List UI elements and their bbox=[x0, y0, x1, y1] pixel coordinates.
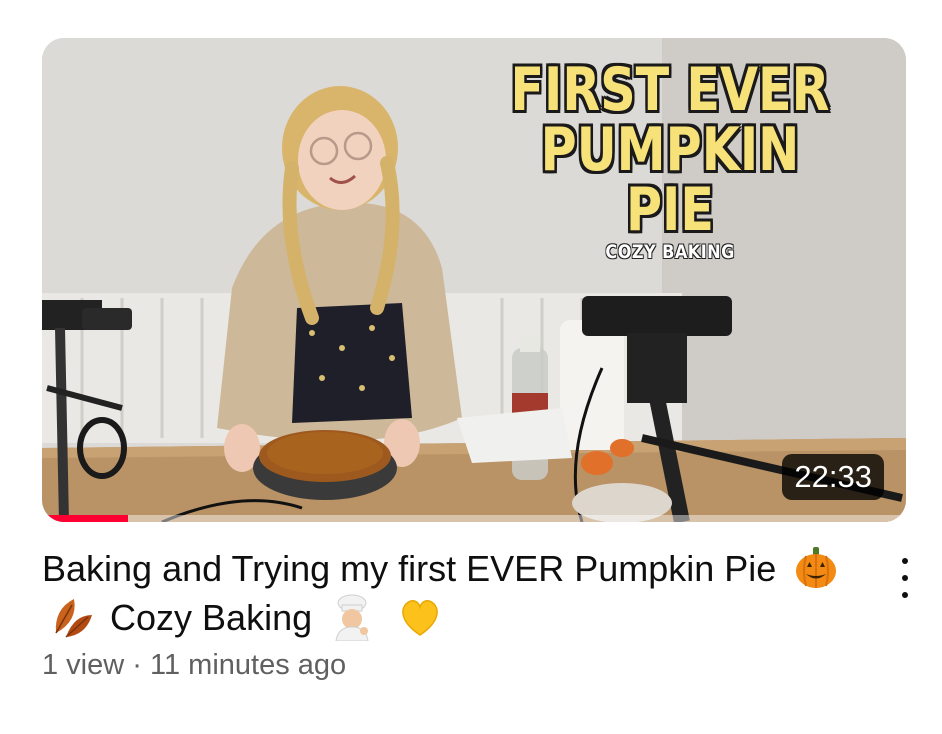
stats-separator: · bbox=[132, 648, 142, 681]
watch-progress-track bbox=[42, 515, 906, 522]
baker-icon bbox=[335, 594, 369, 641]
duration-badge: 22:33 bbox=[782, 454, 884, 500]
video-title[interactable]: Baking and Trying my first EVER Pumpkin … bbox=[42, 546, 862, 645]
pumpkin-icon bbox=[796, 547, 837, 589]
more-options-icon[interactable] bbox=[890, 558, 920, 598]
overlay-title-line-1: FIRST EVER bbox=[510, 55, 830, 125]
kebab-dot bbox=[902, 575, 908, 581]
video-stats: 1 view · 11 minutes ago bbox=[42, 647, 862, 683]
video-title-text: Baking and Trying my first EVER Pumpkin … bbox=[42, 548, 777, 589]
kebab-dot bbox=[902, 558, 908, 564]
kebab-dot bbox=[902, 592, 908, 598]
yellow-heart-icon bbox=[402, 599, 438, 636]
upload-age: 11 minutes ago bbox=[150, 648, 347, 681]
thumbnail-overlay-subtitle: COZY BAKING bbox=[605, 241, 735, 263]
watch-progress-fill bbox=[42, 515, 129, 522]
fallen-leaf-icon bbox=[55, 598, 92, 638]
view-count: 1 view bbox=[42, 648, 125, 681]
video-thumbnail[interactable]: FIRST EVER PUMPKIN PIE COZY BAKING 22:33 bbox=[42, 38, 906, 522]
video-title-text-2: Cozy Baking bbox=[110, 597, 313, 639]
video-metadata: Baking and Trying my first EVER Pumpkin … bbox=[42, 546, 862, 683]
thumbnail-overlay-title: FIRST EVER PUMPKIN PIE bbox=[470, 60, 870, 240]
overlay-title-line-2: PUMPKIN PIE bbox=[540, 115, 800, 245]
